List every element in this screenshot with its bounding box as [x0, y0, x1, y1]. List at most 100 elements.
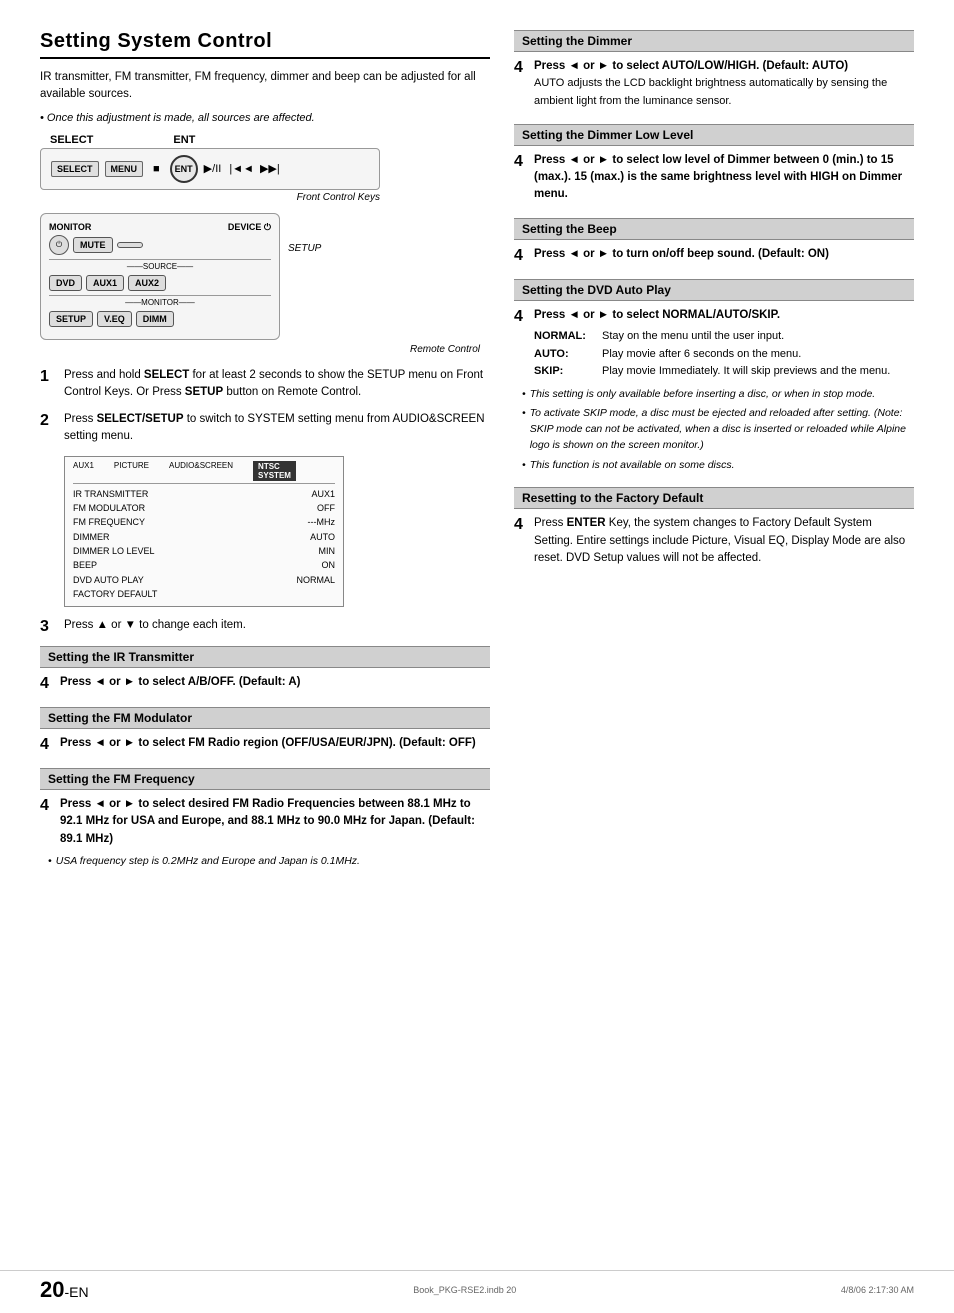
ir-label: IR TRANSMITTER	[73, 487, 148, 501]
fmfreq-label: FM FREQUENCY	[73, 515, 145, 529]
page-container: Setting System Control IR transmitter, F…	[0, 0, 954, 1313]
fmfreq-value: ---MHz	[308, 515, 336, 529]
dvd-note-1: This setting is only available before in…	[522, 387, 914, 403]
beep-step: 4 Press ◄ or ► to turn on/off beep sound…	[514, 246, 914, 265]
step-3-num: 3	[40, 617, 56, 636]
dimmer-header: Setting the Dimmer	[514, 30, 914, 52]
dimm-btn: DIMM	[136, 311, 174, 327]
dimmer-step: 4 Press ◄ or ► to select AUTO/LOW/HIGH. …	[514, 58, 914, 110]
skip-key: SKIP:	[534, 363, 594, 381]
dvd-note-2: To activate SKIP mode, a disc must be ej…	[522, 406, 914, 453]
dvdauto-label: DVD AUTO PLAY	[73, 573, 144, 587]
fm-frequency-step-num: 4	[40, 796, 54, 815]
front-caption: Front Control Keys	[40, 192, 380, 203]
prev-symbol: |◄◄	[229, 163, 254, 175]
factory-step-text: Press ENTER Key, the system changes to F…	[534, 515, 914, 567]
source-label: ——SOURCE——	[49, 259, 271, 271]
diagram-area: SELECT ENT SELECT MENU ■ ENT ▶/II |◄◄ ▶▶…	[40, 134, 490, 355]
menu-row-dimmer-lo: DIMMER LO LEVEL MIN	[73, 544, 335, 558]
beep-value: ON	[322, 558, 336, 572]
dimmer-low-section: Setting the Dimmer Low Level 4 Press ◄ o…	[514, 124, 914, 204]
front-control-box: SELECT MENU ■ ENT ▶/II |◄◄ ▶▶|	[40, 148, 380, 190]
dvdauto-value: NORMAL	[296, 573, 335, 587]
power-btn: ⏻	[49, 235, 69, 255]
fm-frequency-section: Setting the FM Frequency 4 Press ◄ or ► …	[40, 768, 490, 870]
ir-step: 4 Press ◄ or ► to select A/B/OFF. (Defau…	[40, 674, 490, 693]
veq-btn: V.EQ	[97, 311, 132, 327]
skip-value: Play movie Immediately. It will skip pre…	[602, 363, 890, 381]
ir-section-header: Setting the IR Transmitter	[40, 646, 490, 668]
dimmer-low-step: 4 Press ◄ or ► to select low level of Di…	[514, 152, 914, 204]
fm-modulator-step: 4 Press ◄ or ► to select FM Radio region…	[40, 735, 490, 754]
fm-frequency-header: Setting the FM Frequency	[40, 768, 490, 790]
setup-btn: SETUP	[49, 311, 93, 327]
ir-value: AUX1	[311, 487, 335, 501]
menu-header-system: NTSCSYSTEM	[253, 461, 296, 481]
auto-key: AUTO:	[534, 346, 594, 364]
right-column: Setting the Dimmer 4 Press ◄ or ► to sel…	[514, 30, 914, 884]
dvd-note-3: This function is not available on some d…	[522, 458, 914, 474]
ir-step-num: 4	[40, 674, 54, 693]
menu-header-audioscreen: AUDIO&SCREEN	[169, 461, 233, 481]
mute-btn: MUTE	[73, 237, 113, 253]
skip-row: SKIP: Play movie Immediately. It will sk…	[534, 363, 890, 381]
remote-row-2: DVD AUX1 AUX2	[49, 275, 271, 291]
fm-modulator-header: Setting the FM Modulator	[40, 707, 490, 729]
dimmerlo-value: MIN	[319, 544, 336, 558]
dvd-auto-step-text: Press ◄ or ► to select NORMAL/AUTO/SKIP.…	[534, 307, 890, 381]
dvd-auto-header: Setting the DVD Auto Play	[514, 279, 914, 301]
dimmer-value: AUTO	[310, 530, 335, 544]
next-symbol: ▶▶|	[260, 162, 280, 175]
select-btn: SELECT	[51, 161, 99, 177]
page-number: 20-EN	[40, 1277, 89, 1303]
factory-default-section: Resetting to the Factory Default 4 Press…	[514, 487, 914, 567]
page-footer: 20-EN Book_PKG-RSE2.indb 20 4/8/06 2:17:…	[0, 1270, 954, 1303]
dimmer-low-step-num: 4	[514, 152, 528, 171]
dvd-btn: DVD	[49, 275, 82, 291]
dimmer-step-text: Press ◄ or ► to select AUTO/LOW/HIGH. (D…	[534, 58, 914, 110]
aux1-btn: AUX1	[86, 275, 124, 291]
step-3: 3 Press ▲ or ▼ to change each item.	[40, 617, 490, 636]
dvd-sub-table: NORMAL: Stay on the menu until the user …	[534, 328, 890, 381]
menu-header: AUX1 PICTURE AUDIO&SCREEN NTSCSYSTEM	[73, 461, 335, 484]
beep-section: Setting the Beep 4 Press ◄ or ► to turn …	[514, 218, 914, 265]
stop-symbol: ■	[153, 163, 160, 175]
factory-label: FACTORY DEFAULT	[73, 587, 157, 601]
fm-frequency-step-text: Press ◄ or ► to select desired FM Radio …	[60, 796, 490, 848]
remote-diagram: MONITOR DEVICE ⏻ ⏻ MUTE ——SOURCE—— DVD A…	[40, 213, 280, 340]
auto-value: Play movie after 6 seconds on the menu.	[602, 346, 801, 364]
remote-outer: MONITOR DEVICE ⏻ ⏻ MUTE ——SOURCE—— DVD A…	[40, 213, 490, 344]
menu-row-ir: IR TRANSMITTER AUX1	[73, 487, 335, 501]
menu-header-picture: PICTURE	[114, 461, 149, 481]
auto-row: AUTO: Play movie after 6 seconds on the …	[534, 346, 890, 364]
dvd-auto-play-section: Setting the DVD Auto Play 4 Press ◄ or ►…	[514, 279, 914, 474]
beep-header: Setting the Beep	[514, 218, 914, 240]
normal-key: NORMAL:	[534, 328, 594, 346]
normal-value: Stay on the menu until the user input.	[602, 328, 784, 346]
remote-caption: Remote Control	[40, 344, 480, 355]
italic-note: • Once this adjustment is made, all sour…	[40, 112, 490, 124]
monitor-top-label: MONITOR	[49, 222, 91, 233]
ent-label: ENT	[173, 134, 195, 146]
aux2-btn: AUX2	[128, 275, 166, 291]
dimmerlo-label: DIMMER LO LEVEL	[73, 544, 155, 558]
remote-row-3: SETUP V.EQ DIMM	[49, 311, 271, 327]
device-label: DEVICE ⏻	[228, 222, 271, 233]
dimmer-label: DIMMER	[73, 530, 110, 544]
menu-row-dvd-auto: DVD AUTO PLAY NORMAL	[73, 573, 335, 587]
empty-btn	[117, 242, 143, 248]
fm-modulator-section: Setting the FM Modulator 4 Press ◄ or ► …	[40, 707, 490, 754]
step-2-text: Press SELECT/SETUP to switch to SYSTEM s…	[64, 411, 490, 446]
factory-step: 4 Press ENTER Key, the system changes to…	[514, 515, 914, 567]
intro-text: IR transmitter, FM transmitter, FM frequ…	[40, 69, 490, 104]
footer-date: 4/8/06 2:17:30 AM	[841, 1285, 914, 1295]
step-1-text: Press and hold SELECT for at least 2 sec…	[64, 367, 490, 402]
beep-label: BEEP	[73, 558, 97, 572]
step-1-num: 1	[40, 367, 56, 386]
page-title: Setting System Control	[40, 30, 490, 59]
factory-step-num: 4	[514, 515, 528, 534]
menu-header-aux1: AUX1	[73, 461, 94, 481]
ctrl-symbols: ▶/II |◄◄ ▶▶|	[204, 162, 280, 175]
remote-label-top: MONITOR DEVICE ⏻	[49, 222, 271, 233]
fmmod-value: OFF	[317, 501, 335, 515]
